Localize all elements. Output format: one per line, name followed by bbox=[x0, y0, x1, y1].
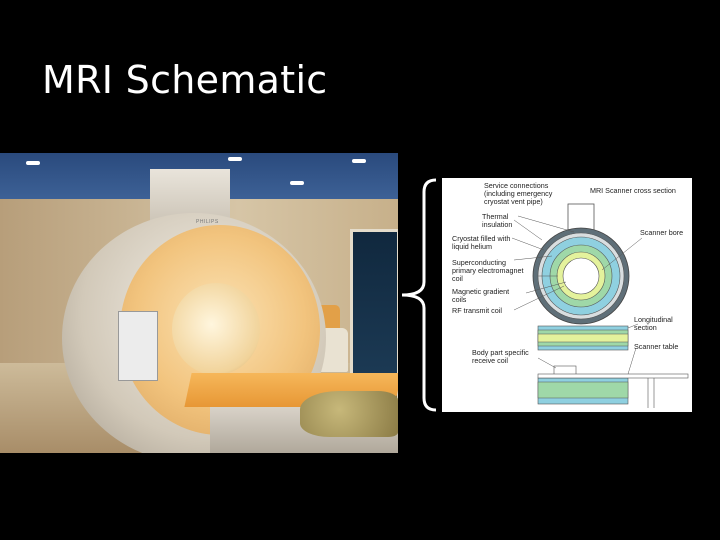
label-longitudinal-section: Longitudinal section bbox=[634, 315, 673, 332]
label-cryostat: Cryostat filled with liquid helium bbox=[452, 234, 511, 251]
slide-title: MRI Schematic bbox=[42, 58, 328, 102]
label-receive-coil: Body part specific receive coil bbox=[472, 348, 529, 365]
grouping-bracket bbox=[401, 178, 437, 412]
mri-cross-section-diagram: Service connections (including emergency… bbox=[442, 178, 692, 412]
label-scanner-bore: Scanner bore bbox=[640, 228, 684, 237]
label-thermal-insulation: Thermal insulation bbox=[482, 212, 513, 229]
label-gradient-coils: Magnetic gradient coils bbox=[452, 287, 510, 304]
ceiling-light bbox=[290, 181, 304, 185]
label-scanner-table: Scanner table bbox=[634, 342, 679, 351]
ceiling-light bbox=[352, 159, 366, 163]
label-service-connections: Service connections (including emergency… bbox=[484, 181, 553, 206]
scanner-bore-opening bbox=[172, 283, 260, 375]
blanket bbox=[300, 391, 398, 437]
label-superconducting-coil: Superconducting primary electromagnet co… bbox=[452, 258, 524, 283]
mri-scanner-photo: PHILIPS bbox=[0, 153, 398, 453]
machine-brand-label: PHILIPS bbox=[196, 219, 219, 225]
ceiling-light bbox=[26, 161, 40, 165]
diagram-caption: MRI Scanner cross section bbox=[590, 186, 676, 195]
ceiling-light bbox=[228, 157, 242, 161]
gantry-control-panel bbox=[118, 311, 158, 381]
label-rf-transmit-coil: RF transmit coil bbox=[452, 306, 502, 315]
